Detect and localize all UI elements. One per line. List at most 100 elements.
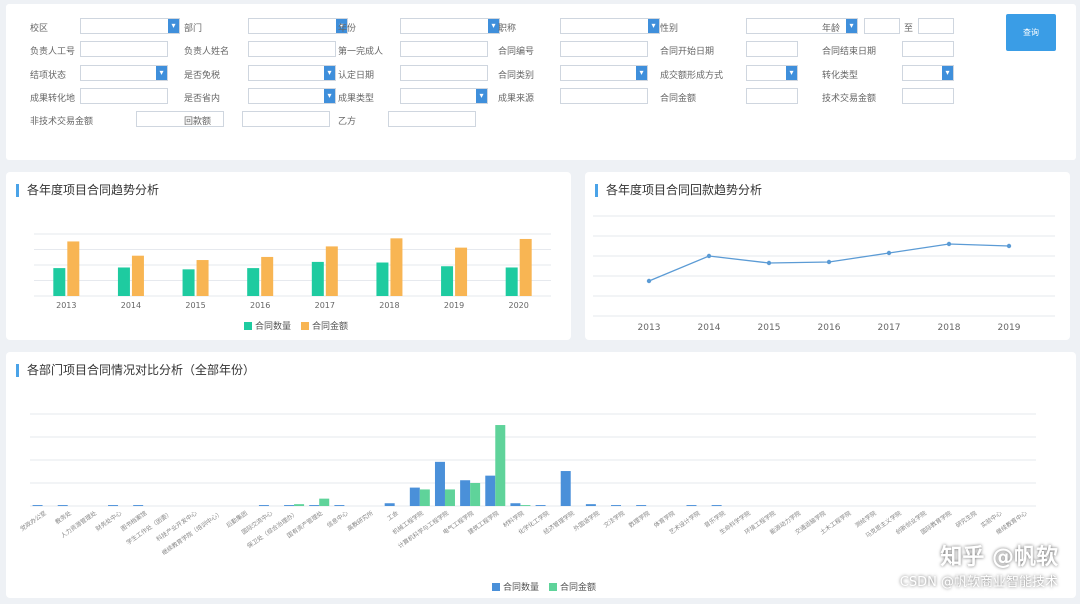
filter-select[interactable] bbox=[400, 18, 500, 34]
bar-count[interactable] bbox=[636, 505, 647, 506]
legend-label-count: 合同数量 bbox=[503, 583, 540, 593]
bar-count[interactable] bbox=[384, 503, 395, 506]
bar-count[interactable] bbox=[441, 266, 454, 296]
filter-input[interactable] bbox=[560, 41, 648, 57]
bar-count[interactable] bbox=[434, 461, 445, 506]
filter-input[interactable] bbox=[80, 41, 168, 57]
data-point[interactable] bbox=[706, 253, 712, 259]
bar-amount[interactable] bbox=[419, 489, 430, 506]
filter-select[interactable] bbox=[248, 88, 336, 104]
chart-card-yearly-payment: 各年度项目合同回款趋势分析 2013 2014 2015 2016 2017 2018 20… bbox=[585, 172, 1070, 340]
bar-count[interactable] bbox=[108, 505, 119, 506]
filter-label: 年龄 bbox=[822, 24, 841, 34]
filter-label: 职称 bbox=[498, 24, 517, 34]
bar-count[interactable] bbox=[309, 505, 320, 506]
filter-label: 技术交易金额 bbox=[822, 94, 877, 104]
filter-input[interactable] bbox=[400, 65, 488, 81]
filter-select[interactable] bbox=[746, 65, 798, 81]
filter-select[interactable] bbox=[560, 65, 648, 81]
filter-select[interactable] bbox=[902, 65, 954, 81]
bar-amount[interactable] bbox=[131, 255, 144, 296]
bar-count[interactable] bbox=[611, 505, 622, 506]
bar-count[interactable] bbox=[133, 505, 144, 506]
bar-count[interactable] bbox=[711, 505, 722, 506]
filter-select[interactable] bbox=[248, 65, 336, 81]
data-point[interactable] bbox=[826, 259, 832, 265]
bar-count[interactable] bbox=[510, 503, 521, 506]
bar-amount[interactable] bbox=[495, 425, 506, 506]
data-point[interactable] bbox=[646, 278, 652, 284]
bar-count[interactable] bbox=[247, 268, 260, 296]
bar-count[interactable] bbox=[376, 262, 389, 296]
bar-amount[interactable] bbox=[319, 498, 330, 506]
age-max-input[interactable] bbox=[918, 18, 954, 34]
legend-swatch-amount bbox=[549, 582, 558, 591]
bar-amount[interactable] bbox=[520, 505, 531, 506]
bar-amount[interactable] bbox=[325, 246, 338, 296]
bar-amount[interactable] bbox=[261, 256, 274, 296]
filter-input[interactable] bbox=[902, 41, 954, 57]
bar-amount[interactable] bbox=[67, 241, 80, 296]
bar-count[interactable] bbox=[460, 480, 471, 506]
bar-amount[interactable] bbox=[196, 260, 209, 296]
filter-input[interactable] bbox=[242, 111, 330, 127]
bar-count[interactable] bbox=[311, 261, 324, 296]
filter-input[interactable] bbox=[902, 88, 954, 104]
bar-amount[interactable] bbox=[444, 489, 455, 506]
filter-input[interactable] bbox=[80, 88, 168, 104]
filter-input[interactable] bbox=[560, 88, 648, 104]
age-min-input[interactable] bbox=[864, 18, 900, 34]
query-button[interactable]: 查询 bbox=[1006, 14, 1056, 51]
filter-input[interactable] bbox=[746, 41, 798, 57]
legend-item-count[interactable]: 合同数量 bbox=[244, 319, 291, 332]
bar-count[interactable] bbox=[535, 505, 546, 506]
filter-input[interactable] bbox=[746, 88, 798, 104]
filter-select[interactable] bbox=[80, 65, 168, 81]
filter-input[interactable] bbox=[388, 111, 476, 127]
bar-count[interactable] bbox=[284, 505, 295, 506]
bar-count[interactable] bbox=[32, 505, 43, 506]
legend-swatch-count bbox=[492, 582, 500, 591]
filter-input[interactable] bbox=[248, 41, 336, 57]
legend-item-count[interactable]: 合同数量 bbox=[492, 580, 539, 593]
legend-item-amount[interactable]: 合同金额 bbox=[549, 580, 596, 593]
x-tick-label: 文法学院 bbox=[602, 509, 626, 529]
x-tick-label: 教务处 bbox=[54, 509, 73, 526]
bar-amount[interactable] bbox=[470, 483, 481, 506]
data-point[interactable] bbox=[1006, 243, 1012, 249]
filter-input[interactable] bbox=[400, 41, 488, 57]
bar-count[interactable] bbox=[485, 475, 496, 506]
bar-count[interactable] bbox=[409, 487, 420, 506]
bar-count[interactable] bbox=[686, 505, 697, 506]
filter-label: 年份 bbox=[338, 24, 357, 34]
bar-count[interactable] bbox=[53, 268, 66, 296]
bar-count[interactable] bbox=[585, 504, 596, 506]
filter-select[interactable] bbox=[746, 18, 858, 34]
bar-count[interactable] bbox=[560, 471, 571, 506]
legend-item-amount[interactable]: 合同金额 bbox=[301, 319, 348, 332]
bar-amount[interactable] bbox=[455, 247, 468, 296]
bar-count[interactable] bbox=[182, 269, 195, 296]
filter-select[interactable] bbox=[400, 88, 488, 104]
filter-select[interactable] bbox=[560, 18, 660, 34]
x-tick-label: 2017 bbox=[878, 323, 901, 333]
bar-count[interactable] bbox=[117, 267, 130, 296]
bar-count[interactable] bbox=[57, 505, 68, 506]
bar-count[interactable] bbox=[505, 267, 518, 296]
x-tick-label: 2019 bbox=[444, 301, 464, 310]
x-tick-label: 科技产业开发中心 bbox=[155, 509, 199, 543]
bar-count[interactable] bbox=[258, 505, 269, 506]
bar-amount[interactable] bbox=[390, 238, 403, 296]
bar-count[interactable] bbox=[334, 505, 345, 506]
filter-select[interactable] bbox=[248, 18, 348, 34]
data-point[interactable] bbox=[766, 260, 772, 266]
x-tick-label: 工会 bbox=[385, 509, 399, 522]
data-point[interactable] bbox=[886, 250, 892, 256]
x-tick-label: 2018 bbox=[379, 301, 399, 310]
filter-select[interactable] bbox=[80, 18, 180, 34]
x-tick-label: 财务处中心 bbox=[94, 509, 123, 533]
bar-amount[interactable] bbox=[294, 504, 305, 506]
data-point[interactable] bbox=[946, 241, 952, 247]
bar-amount[interactable] bbox=[519, 238, 532, 296]
filter-label: 合同编号 bbox=[498, 47, 535, 57]
